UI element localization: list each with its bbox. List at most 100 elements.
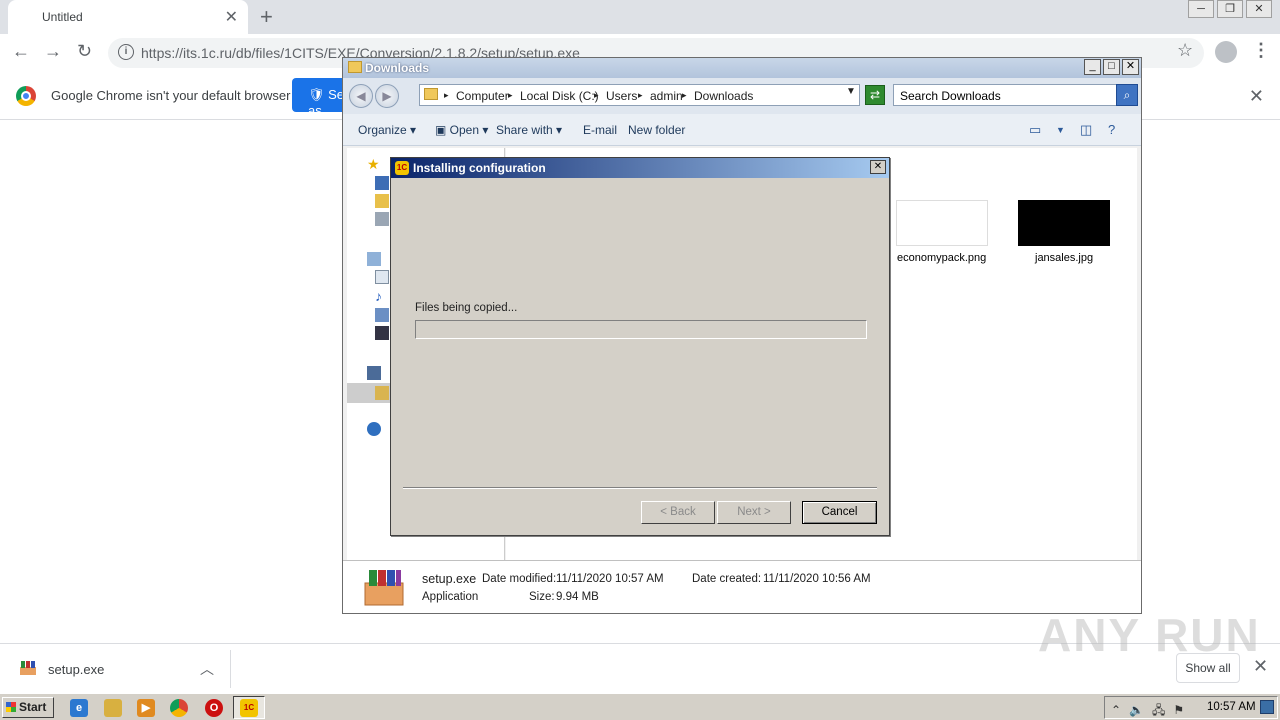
tray-icons[interactable]: ⌃🔈🖧⚑ [1111, 701, 1192, 720]
chevron-right-icon[interactable]: ▸ [508, 90, 513, 101]
info-icon[interactable]: i [118, 44, 134, 60]
explorer-breadcrumb[interactable]: ▸ Computer ▸ Local Disk (C:) ▸ Users ▸ a… [419, 84, 860, 106]
chrome-logo-icon [16, 86, 36, 106]
chevron-right-icon[interactable]: ▸ [682, 90, 687, 101]
recent-places-icon[interactable] [375, 212, 389, 226]
reload-icon[interactable]: ↻ [77, 41, 92, 62]
computer-icon[interactable] [367, 366, 381, 380]
explorer-titlebar[interactable]: Downloads _ □ ✕ [343, 58, 1141, 78]
infobar-close-icon[interactable]: ✕ [1249, 86, 1264, 107]
winrar-file-icon [20, 661, 36, 675]
media-player-icon[interactable]: ▶ [137, 699, 155, 717]
next-button[interactable]: Next > [717, 501, 791, 524]
back-arrow-icon[interactable]: ← [12, 41, 30, 62]
libraries-icon[interactable] [367, 252, 381, 266]
date-modified-label: Date modified: [482, 573, 557, 585]
chevron-right-icon[interactable]: ▸ [594, 90, 599, 101]
help-icon[interactable]: ? [1108, 122, 1115, 137]
download-item-name[interactable]: setup.exe [48, 662, 104, 677]
chrome-taskbar-icon[interactable] [170, 699, 188, 717]
file-name[interactable]: economypack.png [897, 252, 986, 264]
explorer-back-icon[interactable]: ◀ [349, 84, 373, 108]
views-dropdown-icon[interactable]: ▼ [1056, 125, 1065, 135]
desktop-icon[interactable] [375, 176, 389, 190]
date-created-label: Date created: [692, 573, 762, 585]
music-icon[interactable]: ♪ [375, 288, 389, 304]
views-icon[interactable]: ▭ [1029, 122, 1041, 138]
explorer-window-controls: _ □ ✕ [1082, 59, 1139, 75]
tab-close-icon[interactable]: ✕ [225, 7, 238, 27]
file-name[interactable]: jansales.jpg [1035, 252, 1093, 264]
search-icon[interactable]: ⌕ [1116, 84, 1138, 106]
explorer-forward-icon[interactable]: ▶ [375, 84, 399, 108]
size-value: 9.94 MB [556, 591, 599, 603]
start-label: Start [19, 700, 47, 714]
new-tab-icon[interactable]: + [260, 4, 273, 30]
close-button[interactable]: ✕ [1246, 0, 1272, 18]
dialog-separator [403, 487, 877, 489]
explorer-minimize-button[interactable]: _ [1084, 59, 1101, 75]
jansales-thumbnail[interactable] [1018, 200, 1110, 246]
crumb-users[interactable]: Users [606, 89, 637, 103]
explorer-title: Downloads [365, 61, 430, 75]
windows-taskbar: Start e ▶ O 1C ⌃🔈🖧⚑ 10:57 AM [0, 693, 1280, 720]
network-icon[interactable] [367, 422, 381, 436]
organize-menu[interactable]: Organize ▾ [358, 123, 416, 137]
documents-icon[interactable] [375, 270, 389, 284]
internet-explorer-icon[interactable]: e [70, 699, 88, 717]
show-desktop-icon[interactable] [1260, 700, 1274, 714]
explorer-maximize-button[interactable]: □ [1103, 59, 1120, 75]
crumb-downloads[interactable]: Downloads [694, 89, 753, 103]
explorer-address-row: ◀ ▶ ▸ Computer ▸ Local Disk (C:) ▸ Users… [343, 78, 1141, 114]
explorer-close-button[interactable]: ✕ [1122, 59, 1139, 75]
clock[interactable]: 10:57 AM [1207, 701, 1256, 713]
winrar-archive-icon [364, 570, 404, 606]
address-dropdown-icon[interactable]: ▼ [846, 86, 856, 97]
crumb-local-disk[interactable]: Local Disk (C:) [520, 89, 599, 103]
local-disk-icon[interactable] [375, 386, 389, 400]
cancel-button[interactable]: Cancel [802, 501, 877, 524]
date-created-value: 11/11/2020 10:56 AM [763, 573, 871, 585]
search-downloads-input[interactable]: Search Downloads [893, 84, 1117, 106]
details-file-type: Application [422, 591, 479, 603]
start-button[interactable]: Start [2, 697, 54, 718]
chevron-right-icon[interactable]: ▸ [638, 90, 643, 101]
bookmark-star-icon[interactable]: ☆ [1177, 40, 1193, 61]
pictures-icon[interactable] [375, 308, 389, 322]
downloads-folder-icon[interactable] [375, 194, 389, 208]
open-button[interactable]: ▣ Open ▾ [435, 123, 488, 137]
organize-label: Organize [358, 123, 407, 137]
dialog-title: Installing configuration [413, 161, 546, 175]
crumb-admin[interactable]: admin [650, 89, 683, 103]
forward-arrow-icon[interactable]: → [44, 41, 62, 62]
1c-taskbar-icon: 1C [240, 699, 258, 717]
opera-icon[interactable]: O [205, 699, 223, 717]
restore-button[interactable]: ❐ [1217, 0, 1243, 18]
taskbar-active-app[interactable]: 1C [233, 696, 265, 719]
infobar-message: Google Chrome isn't your default browser [51, 88, 291, 103]
open-label: Open [449, 123, 480, 137]
explorer-folder-icon[interactable] [104, 699, 122, 717]
videos-icon[interactable] [375, 326, 389, 340]
size-label: Size: [529, 591, 555, 603]
minimize-button[interactable]: ─ [1188, 0, 1214, 18]
chevron-up-icon[interactable]: ︿ [200, 659, 214, 679]
crumb-computer[interactable]: Computer [456, 89, 509, 103]
favorites-star-icon[interactable]: ★ [367, 156, 381, 172]
refresh-icon[interactable]: ⇄ [865, 85, 885, 105]
email-button[interactable]: E-mail [583, 123, 617, 137]
chevron-right-icon[interactable]: ▸ [444, 90, 449, 101]
copy-progress-bar [415, 320, 867, 339]
menu-dots-icon[interactable]: ⋮ [1252, 40, 1270, 61]
economypack-thumbnail[interactable] [896, 200, 988, 246]
folder-icon [348, 61, 362, 73]
preview-pane-icon[interactable]: ◫ [1080, 122, 1092, 138]
dialog-close-icon[interactable]: ✕ [870, 160, 886, 174]
new-folder-button[interactable]: New folder [628, 123, 685, 137]
share-with-menu[interactable]: Share with ▾ [496, 123, 562, 137]
account-avatar-icon[interactable] [1215, 41, 1237, 63]
browser-tab[interactable]: Untitled ✕ [8, 0, 248, 34]
system-tray: ⌃🔈🖧⚑ 10:57 AM [1104, 696, 1278, 719]
dialog-titlebar[interactable]: 1C Installing configuration ✕ [391, 158, 889, 178]
back-button[interactable]: < Back [641, 501, 715, 524]
